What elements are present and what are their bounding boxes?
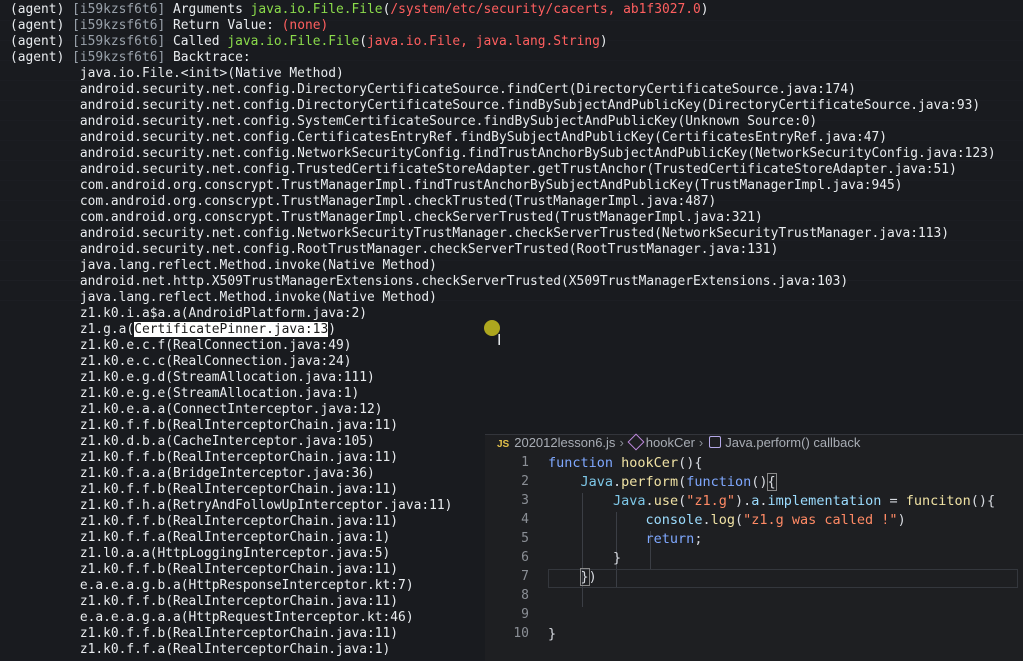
backtrace-line: z1.k0.f.f.b(RealInterceptorChain.java:11… [79, 482, 399, 497]
backtrace-line: android.security.net.config.SystemCertif… [79, 114, 818, 129]
backtrace-line: android.security.net.config.Certificates… [79, 130, 887, 145]
line-number: 9 [521, 607, 529, 622]
backtrace-line: z1.k0.f.f.a(RealInterceptorChain.java:1) [79, 530, 391, 545]
backtrace-line: z1.k0.f.f.b(RealInterceptorChain.java:11… [79, 514, 399, 529]
line-number: 7 [521, 569, 529, 584]
breadcrumb[interactable]: JS 202012lesson6.js › hookCer › Java.perform(… [485, 433, 1023, 455]
code-line[interactable]: }) [548, 568, 995, 588]
backtrace-line: z1.k0.f.h.a(RetryAndFollowUpInterceptor.… [79, 498, 453, 513]
code-line[interactable]: Java.perform(function(){ [548, 473, 995, 493]
backtrace-line: android.security.net.config.NetworkSecur… [79, 146, 996, 161]
backtrace-line: android.security.net.config.RootTrustMan… [79, 242, 779, 257]
backtrace-line: z1.k0.e.c.f(RealConnection.java:49) [79, 338, 352, 353]
backtrace-line: z1.k0.e.a.a(ConnectInterceptor.java:12) [79, 402, 383, 417]
line-number: 3 [521, 493, 529, 508]
backtrace-line: z1.k0.f.f.b(RealInterceptorChain.java:11… [79, 418, 399, 433]
code-line[interactable]: } [548, 550, 995, 569]
code-area[interactable]: function hookCer(){ Java.perform(functio… [548, 455, 995, 645]
line-number: 2 [521, 474, 529, 489]
line-number-gutter: 1 2 3 4 5 6 7 8 9 10 [485, 455, 529, 645]
backtrace-line: z1.k0.f.f.b(RealInterceptorChain.java:11… [79, 450, 399, 465]
selected-text: CertificatePinner.java:13 [134, 322, 329, 337]
backtrace-line: z1.k0.f.f.b(RealInterceptorChain.java:11… [79, 626, 399, 641]
backtrace-line: z1.k0.f.f.a(RealInterceptorChain.java:1) [79, 642, 391, 657]
chevron-right-icon: › [698, 435, 704, 450]
backtrace-line: e.a.e.a.g.b.a(HttpResponseInterceptor.kt… [79, 578, 414, 593]
backtrace-line: java.io.File.<init>(Native Method) [79, 66, 344, 81]
line-number: 8 [521, 588, 529, 603]
backtrace-line: z1.k0.e.g.e(StreamAllocation.java:1) [79, 386, 360, 401]
breadcrumb-file[interactable]: 202012lesson6.js [514, 435, 615, 450]
backtrace-line: z1.k0.d.b.a(CacheInterceptor.java:105) [79, 434, 375, 449]
backtrace-line: java.lang.reflect.Method.invoke(Native M… [79, 290, 437, 305]
breadcrumb-symbol-callback[interactable]: Java.perform() callback [725, 435, 860, 450]
backtrace-line: android.security.net.config.DirectoryCer… [79, 98, 981, 113]
log-line: (agent) [i59kzsf6t6] Return Value: (none… [10, 18, 329, 33]
breadcrumb-symbol-hookcer[interactable]: hookCer [646, 435, 695, 450]
text-cursor-icon: I [497, 331, 502, 349]
backtrace-line: z1.k0.e.c.c(RealConnection.java:24) [79, 354, 352, 369]
backtrace-line: e.a.e.a.g.a.a(HttpRequestInterceptor.kt:… [79, 610, 414, 625]
code-line[interactable]: Java.use("z1.g").a.implementation = func… [548, 493, 995, 512]
code-line[interactable]: return; [548, 531, 995, 550]
backtrace-line: z1.k0.e.g.d(StreamAllocation.java:111) [79, 370, 375, 385]
backtrace-line: com.android.org.conscrypt.TrustManagerIm… [79, 194, 717, 209]
backtrace-line: android.security.net.config.NetworkSecur… [79, 226, 950, 241]
callback-icon [709, 436, 722, 448]
code-line[interactable]: function hookCer(){ [548, 455, 995, 474]
code-line[interactable]: console.log("z1.g was called !") [548, 512, 995, 531]
code-line[interactable]: } [548, 626, 995, 645]
line-number: 5 [521, 531, 529, 546]
chevron-right-icon: › [619, 435, 624, 450]
log-line: (agent) [i59kzsf6t6] Called java.io.File… [10, 34, 608, 49]
code-line[interactable] [548, 607, 995, 626]
log-line: (agent) [i59kzsf6t6] Backtrace: [10, 50, 251, 65]
code-editor-panel[interactable]: JS 202012lesson6.js › hookCer › Java.perform(… [485, 433, 1023, 661]
line-number: 6 [521, 550, 529, 565]
backtrace-line: android.security.net.config.TrustedCerti… [79, 162, 957, 177]
backtrace-line: z1.l0.a.a(HttpLoggingInterceptor.java:5) [79, 546, 391, 561]
backtrace-line: z1.g.a(CertificatePinner.java:13) [79, 322, 336, 337]
code-line[interactable] [548, 588, 995, 607]
backtrace-line: com.android.org.conscrypt.TrustManagerIm… [79, 178, 903, 193]
backtrace-line: z1.k0.f.f.b(RealInterceptorChain.java:11… [79, 594, 399, 609]
backtrace-line: android.net.http.X509TrustManagerExtensi… [79, 274, 849, 289]
backtrace-line: android.security.net.config.DirectoryCer… [79, 82, 856, 97]
line-number: 4 [521, 512, 529, 527]
js-file-icon: JS [497, 439, 510, 450]
backtrace-line: z1.k0.f.a.a(BridgeInterceptor.java:36) [79, 466, 375, 481]
log-line: (agent) [i59kzsf6t6] Arguments java.io.F… [10, 2, 709, 17]
backtrace-line: com.android.org.conscrypt.TrustManagerIm… [79, 210, 763, 225]
method-icon [627, 433, 645, 451]
line-number: 10 [513, 626, 529, 641]
backtrace-line: z1.k0.i.a$a.a(AndroidPlatform.java:2) [79, 306, 368, 321]
line-number: 1 [521, 455, 529, 470]
backtrace-line: java.lang.reflect.Method.invoke(Native M… [79, 258, 437, 273]
backtrace-line: z1.k0.f.f.b(RealInterceptorChain.java:11… [79, 562, 399, 577]
